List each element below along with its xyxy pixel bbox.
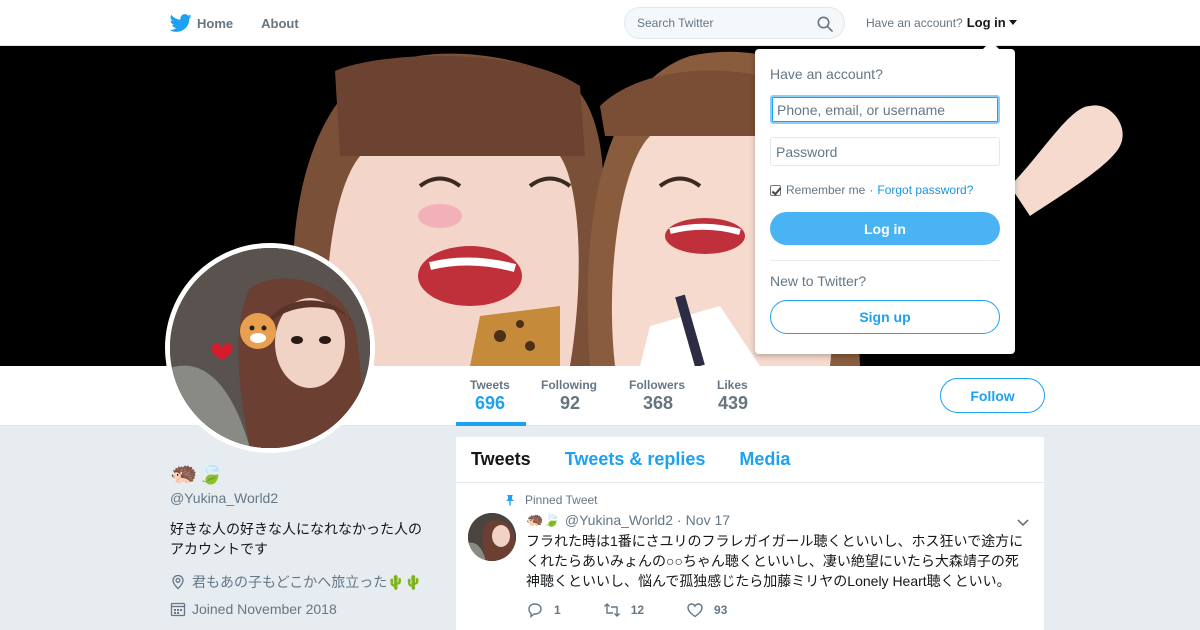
login-dropdown: Have an account? Remember me · Forgot pa… (755, 41, 1015, 354)
tweet-author-handle[interactable]: @Yukina_World2 (565, 512, 673, 528)
login-button[interactable]: Log in (770, 212, 1000, 245)
calendar-icon (170, 602, 186, 617)
tab-media[interactable]: Media (739, 449, 790, 470)
login-menu-trigger[interactable]: Have an account? Log in (866, 15, 1017, 30)
timeline-panel: Tweets Tweets & replies Media Pinned Twe… (456, 437, 1044, 630)
remember-separator: · (869, 183, 874, 197)
profile-location: 君もあの子もどこかへ旅立った🌵🌵 (170, 572, 440, 592)
like-count: 93 (714, 603, 728, 617)
remember-me-checkbox[interactable] (770, 184, 781, 196)
tweet-text-line: 神聴くといいし、悩んで孤独感じたら加藤ミリヤのLonely Heart聴くといい… (526, 573, 1011, 589)
search-icon[interactable] (817, 16, 833, 32)
twitter-bird-icon (170, 14, 192, 32)
tweet-actions: 1 12 93 (526, 601, 769, 619)
about-link[interactable]: About (261, 16, 299, 31)
profile-description: 好きな人の好きな人になれなかった人の アカウントです (170, 519, 440, 559)
stat-label: Followers (629, 378, 686, 392)
global-nav: Home About (170, 0, 327, 46)
search-input[interactable] (625, 8, 805, 38)
stat-label: Following (541, 378, 597, 392)
dropdown-arrow (983, 41, 999, 49)
tweet-author-avatar[interactable] (468, 513, 516, 561)
profile-avatar[interactable] (165, 243, 375, 453)
retweet-icon (603, 603, 620, 617)
dropdown-title: Have an account? (770, 66, 883, 82)
stat-followers[interactable]: Followers 368 (629, 378, 685, 414)
follow-button[interactable]: Follow (940, 378, 1045, 413)
active-stat-indicator (456, 422, 526, 426)
forgot-password-link[interactable]: Forgot password? (877, 183, 973, 197)
timeline-tabs: Tweets Tweets & replies Media (456, 437, 1044, 483)
location-pin-icon (172, 574, 184, 590)
home-link[interactable]: Home (170, 12, 233, 34)
about-label: About (261, 15, 299, 31)
stat-value: 368 (643, 393, 674, 413)
tab-tweets-and-replies[interactable]: Tweets & replies (565, 449, 706, 470)
tweet-text-line: フラれた時は1番にさユリのフラレガイガール聴くといいし、ホス狂いで途方に (526, 533, 1024, 549)
remember-me-row: Remember me · Forgot password? (770, 183, 973, 197)
description-line: アカウントです (170, 541, 268, 557)
pinned-label: Pinned Tweet (525, 493, 598, 507)
password-field[interactable] (770, 137, 1000, 166)
tweet-header: 🦔🍃 @Yukina_World2 · Nov 17 (526, 511, 730, 528)
login-link[interactable]: Log in (967, 15, 1006, 30)
stat-tweets[interactable]: Tweets 696 (470, 378, 510, 414)
username-field[interactable] (770, 95, 1000, 124)
heart-icon (687, 603, 703, 618)
top-navigation-bar: Home About Have an account? Log in (0, 0, 1200, 46)
tweet-avatar-photo (468, 513, 516, 561)
new-to-twitter-label: New to Twitter? (770, 273, 867, 289)
stat-value: 696 (475, 393, 506, 413)
joined-text: Joined November 2018 (192, 601, 337, 617)
home-label: Home (197, 15, 234, 31)
retweet-button[interactable]: 12 (603, 601, 644, 619)
search-box (624, 7, 845, 39)
tweet-header-separator: · (677, 511, 682, 528)
stat-value: 439 (718, 393, 749, 413)
stat-label: Tweets (470, 378, 510, 392)
pinned-indicator: Pinned Tweet (504, 493, 598, 507)
stat-following[interactable]: Following 92 (541, 378, 597, 414)
stat-value: 92 (560, 393, 581, 413)
tweet-date[interactable]: Nov 17 (686, 512, 730, 528)
reply-count: 1 (554, 603, 561, 617)
stat-label: Likes (717, 378, 748, 392)
avatar-photo (170, 248, 370, 448)
location-text: 君もあの子もどこかへ旅立った🌵🌵 (192, 574, 423, 590)
dropdown-divider (770, 260, 1000, 261)
tweet-author-name[interactable]: 🦔🍃 (526, 511, 561, 528)
stat-likes[interactable]: Likes 439 (717, 378, 748, 414)
tweet-text: フラれた時は1番にさユリのフラレガイガール聴くといいし、ホス狂いで途方に くれた… (526, 531, 1031, 591)
description-line: 好きな人の好きな人になれなかった人の (170, 521, 422, 537)
caret-down-icon (1008, 20, 1017, 25)
reply-icon (528, 603, 542, 618)
retweet-count: 12 (630, 603, 645, 617)
reply-button[interactable]: 1 (526, 601, 561, 619)
pinned-tweet[interactable]: Pinned Tweet 🦔🍃 @Yukina_World2 · Nov 17 … (456, 483, 1044, 630)
remember-me-label[interactable]: Remember me (786, 183, 865, 197)
tab-tweets[interactable]: Tweets (471, 449, 531, 470)
signup-button[interactable]: Sign up (770, 300, 1000, 334)
account-prompt: Have an account? (866, 15, 963, 30)
chevron-down-icon[interactable] (1016, 515, 1030, 529)
profile-bio-card: 🦔🍃 @Yukina_World2 好きな人の好きな人になれなかった人の アカウ… (170, 460, 440, 617)
like-button[interactable]: 93 (686, 601, 727, 619)
profile-joined-date: Joined November 2018 (170, 601, 440, 617)
tweet-text-line: くれたらあいみょんの○○ちゃん聴くといいし、凄い絶望にいたら大森靖子の死 (526, 553, 1019, 569)
profile-name: 🦔🍃 (170, 460, 225, 485)
pin-icon (506, 495, 514, 506)
profile-handle[interactable]: @Yukina_World2 (170, 490, 440, 506)
